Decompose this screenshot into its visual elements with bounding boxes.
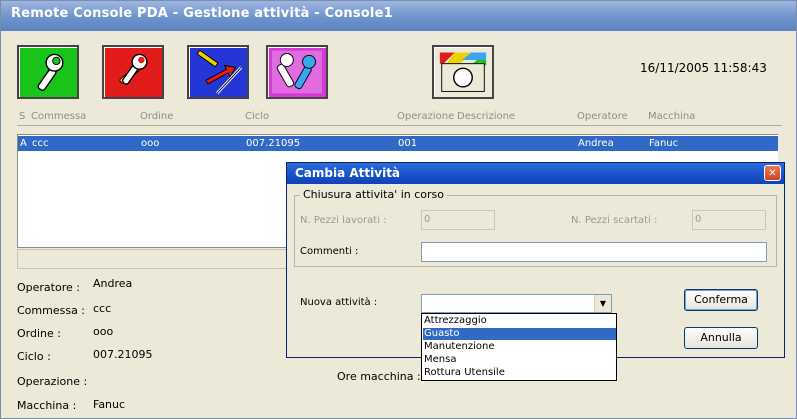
ordine-label: Ordine :: [17, 327, 61, 340]
dialog-title: Cambia Attività: [295, 166, 401, 180]
commenti-label: Commenti :: [300, 246, 359, 257]
commessa-value: ccc: [93, 302, 112, 315]
pezzi-lavorati-label: N. Pezzi lavorati :: [300, 215, 387, 226]
option-manutenzione[interactable]: Manutenzione: [423, 341, 616, 353]
column-operazione[interactable]: Operazione: [397, 111, 454, 122]
dialog-title-bar: Cambia Attività ✕: [287, 163, 784, 184]
macchina-label: Macchina :: [17, 399, 77, 412]
column-operatore[interactable]: Operatore: [577, 111, 628, 122]
cell-ordine: ooo: [141, 138, 160, 149]
column-descrizione[interactable]: Descrizione: [457, 111, 515, 122]
stop-activity-button[interactable]: [102, 45, 164, 99]
close-button[interactable]: ✕: [764, 165, 781, 181]
ore-macchina-label: Ore macchina :: [337, 370, 421, 383]
maintenance-button[interactable]: [266, 45, 328, 99]
pezzi-scartati-field[interactable]: 0: [692, 210, 766, 230]
main-window: Remote Console PDA - Gestione attività -…: [0, 0, 797, 419]
column-s[interactable]: S: [19, 111, 25, 122]
nuova-attivita-dropdown: Attrezzaggio Guasto Manutenzione Mensa R…: [421, 313, 617, 381]
table-row[interactable]: A ccc ooo 007.21095 001 Andrea Fanuc: [18, 136, 778, 151]
conferma-button[interactable]: Conferma: [684, 289, 758, 311]
cell-macchina: Fanuc: [649, 138, 679, 149]
change-activity-button[interactable]: [187, 45, 249, 99]
datetime: 16/11/2005 11:58:43: [640, 61, 767, 75]
ordine-value: ooo: [93, 325, 114, 338]
ciclo-value: 007.21095: [93, 348, 153, 361]
option-mensa[interactable]: Mensa: [423, 354, 616, 366]
start-activity-button[interactable]: [17, 45, 79, 99]
cell-operazione: 001: [398, 138, 418, 149]
column-ordine[interactable]: Ordine: [140, 111, 173, 122]
cell-commessa: ccc: [32, 138, 49, 149]
option-attrezzaggio[interactable]: Attrezzaggio: [423, 315, 616, 327]
commenti-field[interactable]: [421, 242, 767, 262]
title-bar: Remote Console PDA - Gestione attività -…: [1, 1, 796, 31]
option-guasto[interactable]: Guasto: [423, 328, 616, 340]
pezzi-lavorati-field[interactable]: 0: [421, 210, 495, 230]
commessa-label: Commessa :: [17, 304, 86, 317]
cell-s: A: [20, 138, 27, 149]
cell-ciclo: 007.21095: [246, 138, 301, 149]
wrench-screwdriver-icon: [119, 53, 148, 85]
option-rottura-utensile[interactable]: Rottura Utensile: [423, 367, 616, 379]
camera-button[interactable]: [432, 45, 494, 99]
nuova-attivita-label: Nuova attività :: [300, 297, 378, 308]
camera-icon: [439, 52, 487, 92]
list-header: S Commessa Ordine Ciclo Operazione Descr…: [17, 109, 782, 126]
group-label: Chiusura attivita' in corso: [300, 188, 447, 201]
close-icon: ✕: [768, 168, 777, 179]
operatore-value: Andrea: [93, 277, 133, 290]
macchina-value: Fanuc: [93, 398, 126, 411]
nuova-attivita-select[interactable]: ▼: [421, 294, 612, 313]
cell-operatore: Andrea: [578, 138, 614, 149]
ciclo-label: Ciclo :: [17, 350, 51, 363]
column-macchina[interactable]: Macchina: [648, 111, 695, 122]
pezzi-scartati-label: N. Pezzi scartati :: [571, 215, 658, 226]
column-commessa[interactable]: Commessa: [31, 111, 86, 122]
window-title: Remote Console PDA - Gestione attività -…: [11, 6, 393, 21]
cambia-attivita-dialog: Cambia Attività ✕ Chiusura attivita' in …: [286, 162, 785, 381]
wrenches-magenta-icon: [272, 50, 322, 94]
operazione-label: Operazione :: [17, 375, 88, 388]
column-ciclo[interactable]: Ciclo: [245, 111, 269, 122]
tools-arrow-icon: [196, 49, 243, 95]
operatore-label: Operatore :: [17, 281, 80, 294]
wrench-icon: [37, 53, 64, 91]
chevron-down-icon[interactable]: ▼: [594, 295, 611, 312]
annulla-button[interactable]: Annulla: [684, 327, 758, 349]
